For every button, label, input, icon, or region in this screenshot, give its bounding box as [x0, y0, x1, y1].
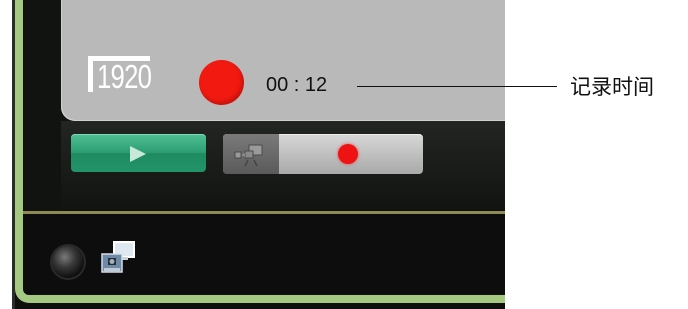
screen-border [15, 0, 505, 303]
callout-label: 记录时间 [570, 75, 654, 99]
display-mode-icon[interactable] [100, 240, 138, 278]
power-button[interactable] [52, 246, 84, 278]
screen-frame: 1920 00 : 12 [12, 0, 505, 309]
callout-leader-line [357, 86, 557, 87]
